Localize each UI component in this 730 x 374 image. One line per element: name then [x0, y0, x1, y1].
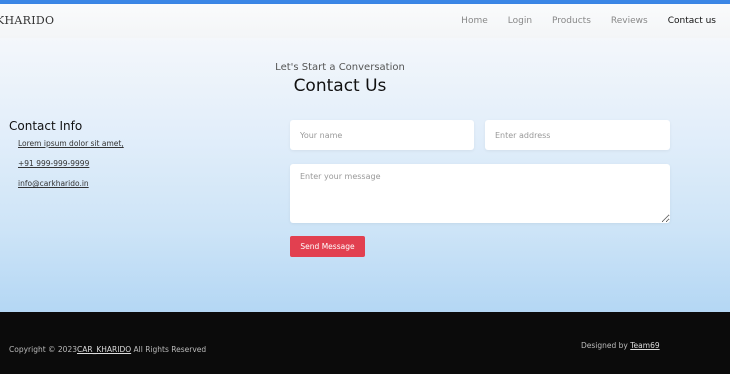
nav-contact-link[interactable]: Contact us [668, 16, 716, 26]
contact-address-link[interactable]: Lorem ipsum dolor sit amet, [18, 139, 124, 148]
main-nav: Home Login Products Reviews Contact us [441, 16, 716, 26]
contact-info-title: Contact Info [9, 119, 83, 133]
contact-phone-link[interactable]: +91 999-999-9999 [18, 159, 89, 168]
address-input[interactable] [485, 120, 670, 150]
copyright-brand-link[interactable]: CAR_KHARIDO [77, 345, 131, 354]
copyright-suffix: All Rights Reserved [131, 345, 207, 354]
page-title: Contact Us [293, 76, 387, 96]
copyright-text: Copyright © 2023CAR_KHARIDO All Rights R… [9, 345, 206, 354]
section-eyebrow: Let's Start a Conversation [275, 62, 405, 73]
navbar: KHARIDO Home Login Products Reviews Cont… [0, 4, 730, 38]
message-textarea[interactable] [290, 164, 670, 223]
nav-products-link[interactable]: Products [552, 16, 591, 26]
copyright-prefix: Copyright © 2023 [9, 345, 78, 354]
nav-home-link[interactable]: Home [461, 16, 488, 26]
designed-by-prefix: Designed by [581, 341, 631, 350]
nav-reviews-link[interactable]: Reviews [611, 16, 648, 26]
send-message-button[interactable]: Send Message [290, 236, 365, 257]
nav-login-link[interactable]: Login [508, 16, 532, 26]
contact-email-link[interactable]: info@carkharido.in [18, 179, 89, 188]
brand-logo[interactable]: KHARIDO [0, 14, 54, 27]
designer-team-link[interactable]: Team69 [630, 341, 659, 350]
designed-by-text: Designed by Team69 [581, 341, 660, 350]
name-input[interactable] [290, 120, 474, 150]
